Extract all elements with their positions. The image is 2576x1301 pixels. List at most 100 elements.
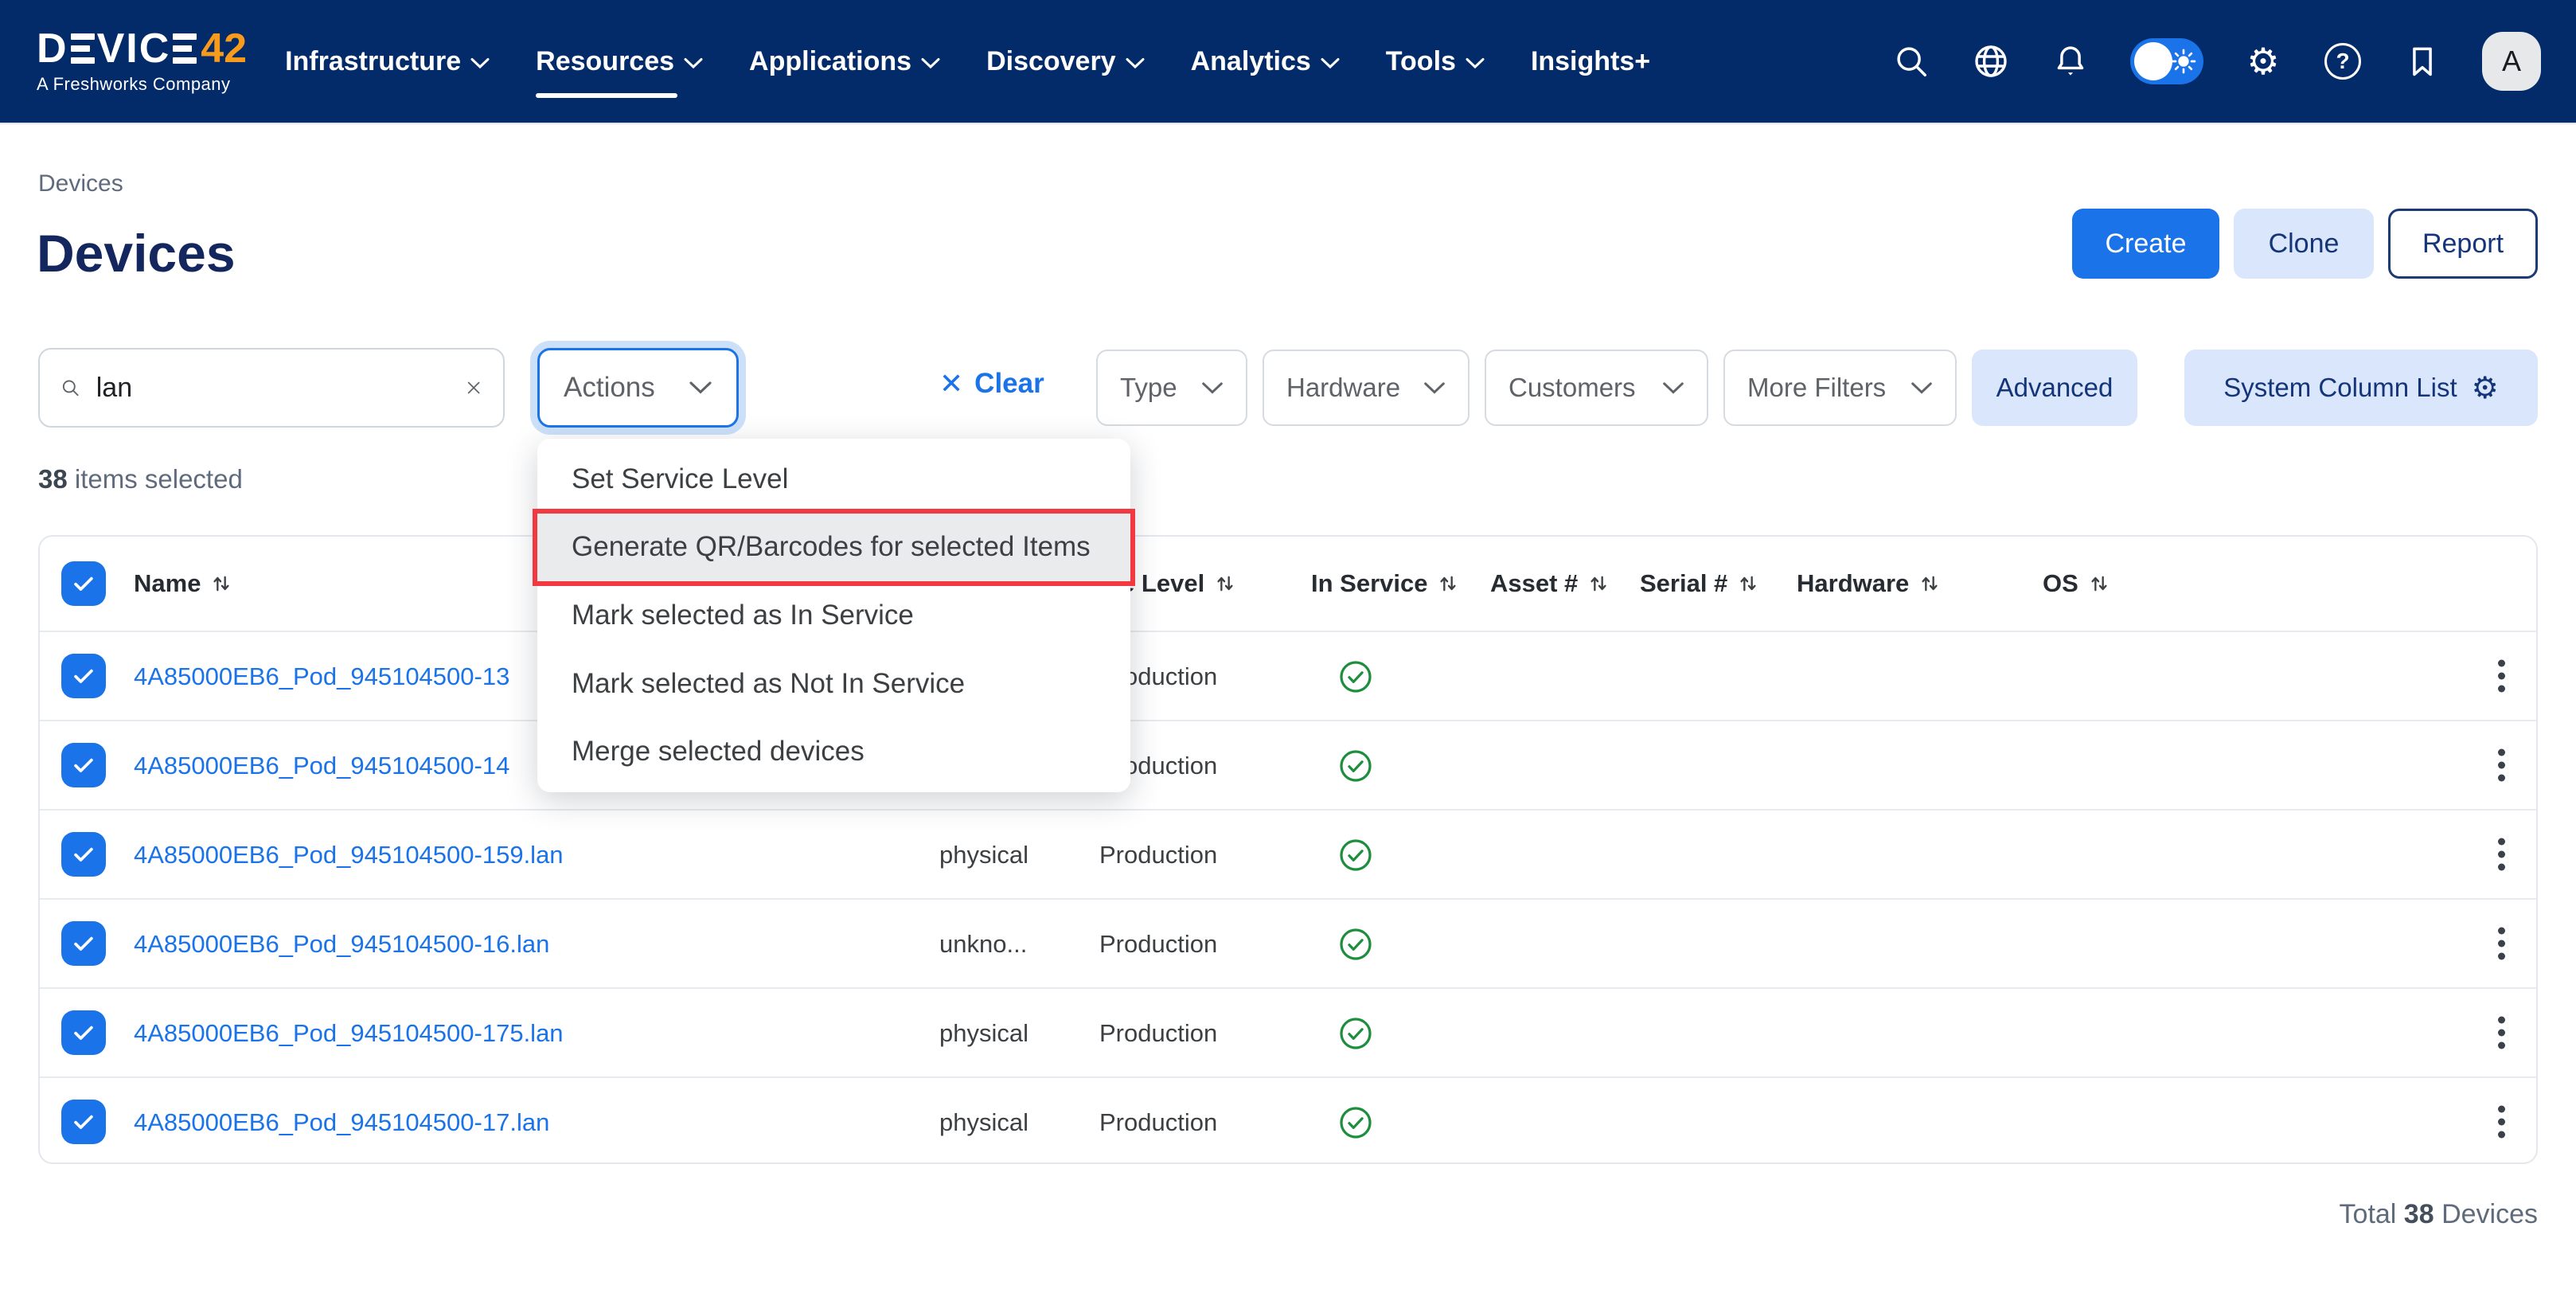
row-kebab-menu[interactable]: [2490, 741, 2513, 790]
filter-customers-dropdown[interactable]: Customers: [1485, 350, 1708, 426]
globe-icon[interactable]: [1971, 41, 2011, 81]
page-title: Devices: [37, 223, 236, 283]
sort-icon: [2088, 572, 2110, 595]
notifications-bell-icon[interactable]: [2051, 41, 2090, 81]
filter-row: Type Hardware Customers More Filters: [1096, 350, 1957, 426]
logo-letter-d: D: [37, 28, 68, 69]
filter-hardware-dropdown[interactable]: Hardware: [1263, 350, 1469, 426]
bookmark-icon[interactable]: [2402, 41, 2442, 81]
row-kebab-menu[interactable]: [2490, 1098, 2513, 1147]
nav-item-insights[interactable]: Insights+: [1531, 0, 1650, 123]
menu-item-mark-not-in-service[interactable]: Mark selected as Not In Service: [537, 650, 1130, 718]
clear-search-icon[interactable]: [465, 373, 482, 402]
chevron-down-icon: [1911, 381, 1933, 395]
in-service-check-icon: [1337, 989, 1374, 1078]
gear-icon: ⚙: [2472, 370, 2499, 405]
nav-item-analytics[interactable]: Analytics: [1191, 0, 1340, 123]
row-kebab-menu[interactable]: [2490, 1009, 2513, 1057]
search-box: [38, 348, 505, 428]
row-checkbox[interactable]: [61, 1010, 106, 1055]
clear-filters-link[interactable]: ✕ Clear: [939, 368, 1044, 400]
select-all-checkbox[interactable]: [61, 561, 106, 606]
clone-button[interactable]: Clone: [2234, 209, 2374, 279]
chevron-down-icon: [1466, 57, 1485, 69]
row-kebab-menu[interactable]: [2490, 920, 2513, 968]
column-header-asset[interactable]: Asset #: [1490, 537, 1610, 631]
report-button[interactable]: Report: [2388, 209, 2538, 279]
row-kebab-menu[interactable]: [2490, 652, 2513, 701]
help-icon[interactable]: ?: [2323, 41, 2363, 81]
column-header-in-service[interactable]: In Service: [1311, 537, 1459, 631]
table-header-row: Name Service Level In Service Asset # Se…: [40, 537, 2536, 631]
column-header-hardware[interactable]: Hardware: [1797, 537, 1941, 631]
table-total: Total 38 Devices: [2340, 1199, 2538, 1230]
table-row: 4A85000EB6_Pod_945104500-175.lan physica…: [40, 987, 2536, 1076]
device-name-link[interactable]: 4A85000EB6_Pod_945104500-17.lan: [134, 1078, 549, 1167]
search-input[interactable]: [96, 373, 449, 404]
row-checkbox[interactable]: [61, 1100, 106, 1144]
in-service-check-icon: [1337, 900, 1374, 989]
table-row: 4A85000EB6_Pod_945104500-159.lan physica…: [40, 809, 2536, 898]
row-kebab-menu[interactable]: [2490, 830, 2513, 879]
menu-item-merge-selected-devices[interactable]: Merge selected devices: [537, 717, 1130, 786]
device-service-level: Production: [1099, 811, 1217, 900]
row-checkbox[interactable]: [61, 743, 106, 787]
sort-icon: [1437, 572, 1459, 595]
device-name-link[interactable]: 4A85000EB6_Pod_945104500-14: [134, 721, 509, 811]
device-service-level: Production: [1099, 989, 1217, 1078]
nav-item-resources[interactable]: Resources: [536, 0, 703, 123]
nav-item-applications[interactable]: Applications: [749, 0, 940, 123]
logo-tagline: A Freshworks Company: [37, 74, 247, 95]
selection-summary: 38 items selected: [38, 464, 243, 494]
actions-dropdown-button[interactable]: Actions: [537, 348, 739, 428]
filter-type-dropdown[interactable]: Type: [1096, 350, 1247, 426]
search-icon: [60, 372, 80, 404]
device-name-link[interactable]: 4A85000EB6_Pod_945104500-13: [134, 632, 509, 721]
menu-item-set-service-level[interactable]: Set Service Level: [537, 445, 1130, 514]
system-column-list-button[interactable]: System Column List ⚙: [2184, 350, 2538, 426]
actions-dropdown-menu: Set Service Level Generate QR/Barcodes f…: [537, 439, 1130, 792]
filter-more-filters-dropdown[interactable]: More Filters: [1723, 350, 1957, 426]
menu-item-generate-qr-barcodes[interactable]: Generate QR/Barcodes for selected Items: [537, 514, 1130, 582]
nav-item-tools[interactable]: Tools: [1386, 0, 1485, 123]
column-header-name[interactable]: Name: [134, 537, 232, 631]
search-icon[interactable]: [1891, 41, 1931, 81]
settings-gear-icon[interactable]: ⚙: [2243, 41, 2283, 81]
device-service-level: Production: [1099, 1078, 1217, 1167]
sun-icon: [2171, 49, 2196, 78]
toggle-knob: [2134, 42, 2172, 80]
device-name-link[interactable]: 4A85000EB6_Pod_945104500-175.lan: [134, 989, 564, 1078]
header-buttons: Create Clone Report: [2072, 209, 2538, 279]
device-service-level: Production: [1099, 900, 1217, 989]
advanced-button[interactable]: Advanced: [1972, 350, 2137, 426]
user-avatar[interactable]: A: [2482, 32, 2541, 91]
column-header-serial[interactable]: Serial #: [1640, 537, 1759, 631]
logo-bar-e-icon: [71, 33, 95, 64]
device-name-link[interactable]: 4A85000EB6_Pod_945104500-16.lan: [134, 900, 549, 989]
chevron-down-icon: [689, 381, 712, 395]
row-checkbox[interactable]: [61, 832, 106, 877]
chevron-down-icon: [1662, 381, 1684, 395]
device-type: physical: [939, 811, 1028, 900]
in-service-check-icon: [1337, 1078, 1374, 1167]
logo-bar-e-icon: [173, 33, 197, 64]
create-button[interactable]: Create: [2072, 209, 2219, 279]
sort-icon: [1737, 572, 1759, 595]
column-header-os[interactable]: OS: [2043, 537, 2110, 631]
chevron-down-icon: [470, 57, 490, 69]
breadcrumb[interactable]: Devices: [38, 170, 123, 197]
device-name-link[interactable]: 4A85000EB6_Pod_945104500-159.lan: [134, 811, 564, 900]
row-checkbox[interactable]: [61, 654, 106, 698]
clear-x-icon: ✕: [939, 369, 963, 398]
in-service-check-icon: [1337, 632, 1374, 721]
table-row: 4A85000EB6_Pod_945104500-16.lan unkno...…: [40, 898, 2536, 987]
theme-toggle[interactable]: [2130, 38, 2203, 84]
table-row: 4A85000EB6_Pod_945104500-17.lan physical…: [40, 1076, 2536, 1166]
sort-icon: [210, 572, 232, 595]
nav-item-discovery[interactable]: Discovery: [986, 0, 1145, 123]
device42-logo[interactable]: D VIC 42 A Freshworks Company: [37, 28, 247, 95]
row-checkbox[interactable]: [61, 921, 106, 966]
nav-item-infrastructure[interactable]: Infrastructure: [285, 0, 490, 123]
chevron-down-icon: [1423, 381, 1446, 395]
menu-item-mark-in-service[interactable]: Mark selected as In Service: [537, 581, 1130, 650]
